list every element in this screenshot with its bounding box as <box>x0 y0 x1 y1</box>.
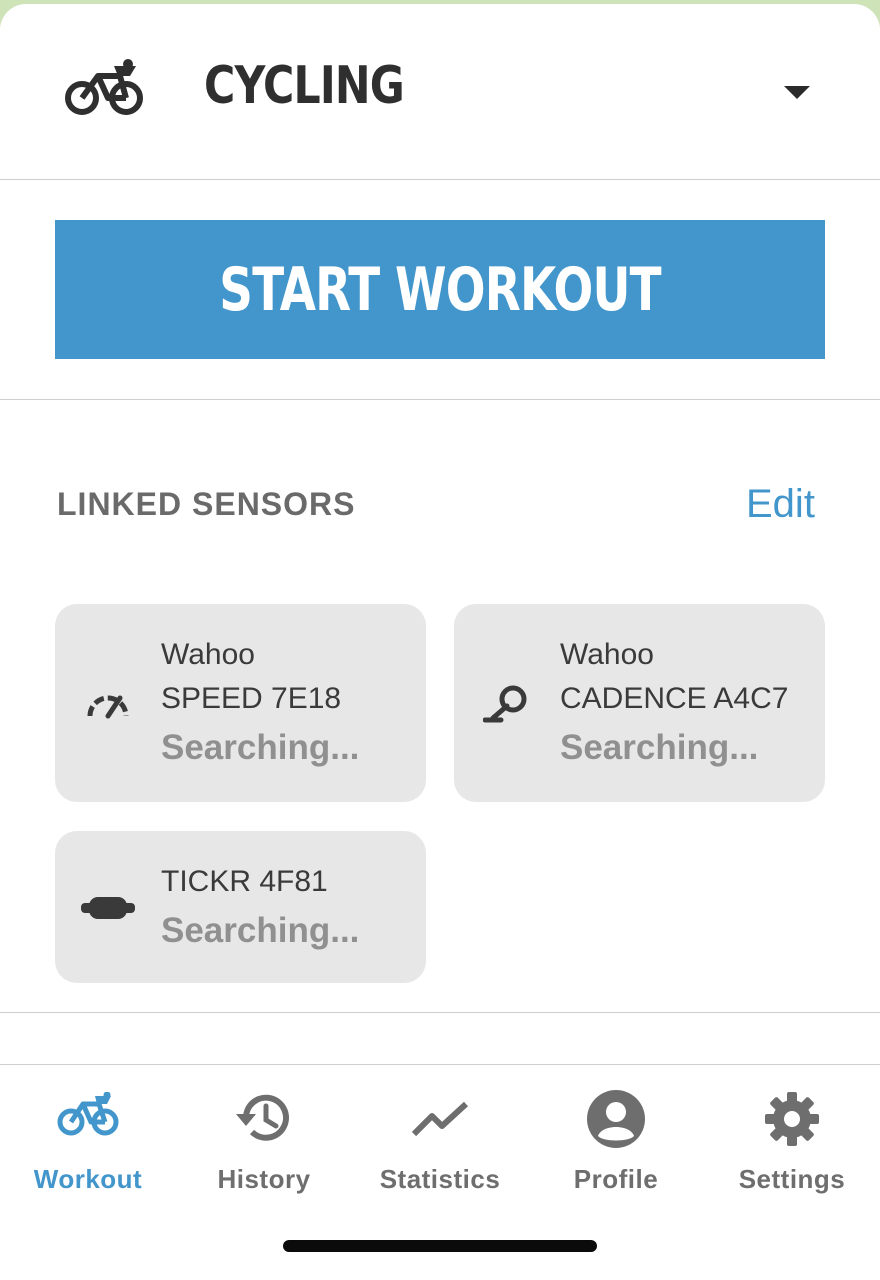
history-icon <box>234 1090 294 1151</box>
sensor-status: Searching... <box>560 728 759 767</box>
divider <box>0 179 880 180</box>
bike-icon <box>64 58 146 120</box>
tab-workout[interactable]: Workout <box>0 1064 176 1214</box>
divider <box>0 1012 880 1013</box>
tab-label: Workout <box>33 1164 143 1194</box>
activity-selector[interactable]: CYCLING <box>0 4 880 179</box>
tab-profile[interactable]: Profile <box>528 1064 704 1214</box>
activity-title: CYCLING <box>204 56 405 116</box>
sensor-status: Searching... <box>161 728 360 767</box>
tab-label: History <box>217 1164 311 1194</box>
tab-label: Statistics <box>379 1164 501 1194</box>
section-title: LINKED SENSORS <box>57 486 356 522</box>
sensor-brand: Wahoo <box>161 638 255 671</box>
sensor-card-speed[interactable]: Wahoo SPEED 7E18 Searching... <box>55 604 426 802</box>
divider <box>0 399 880 400</box>
gear-icon <box>763 1090 821 1153</box>
tab-label: Settings <box>738 1164 846 1194</box>
sensor-brand: Wahoo <box>560 638 654 671</box>
edit-sensors-link[interactable]: Edit <box>746 482 815 527</box>
start-workout-label: START WORKOUT <box>219 254 661 325</box>
trend-icon <box>410 1100 470 1145</box>
bike-icon <box>57 1091 119 1143</box>
sensor-name: CADENCE A4C7 <box>560 682 789 715</box>
start-workout-button[interactable]: START WORKOUT <box>55 220 825 359</box>
sensor-status: Searching... <box>161 911 360 950</box>
tab-history[interactable]: History <box>176 1064 352 1214</box>
tab-statistics[interactable]: Statistics <box>352 1064 528 1214</box>
home-indicator <box>283 1240 597 1252</box>
heart-strap-icon <box>81 897 135 924</box>
crank-icon <box>482 684 529 729</box>
speedometer-icon <box>86 688 130 725</box>
sensor-name: TICKR 4F81 <box>161 865 328 898</box>
tab-settings[interactable]: Settings <box>704 1064 880 1214</box>
sensor-name: SPEED 7E18 <box>161 682 342 715</box>
chevron-down-icon[interactable] <box>784 86 810 99</box>
sensor-card-tickr[interactable]: TICKR 4F81 Searching... <box>55 831 426 983</box>
tab-label: Profile <box>573 1164 659 1194</box>
sensor-card-cadence[interactable]: Wahoo CADENCE A4C7 Searching... <box>454 604 825 802</box>
profile-icon <box>587 1090 645 1153</box>
